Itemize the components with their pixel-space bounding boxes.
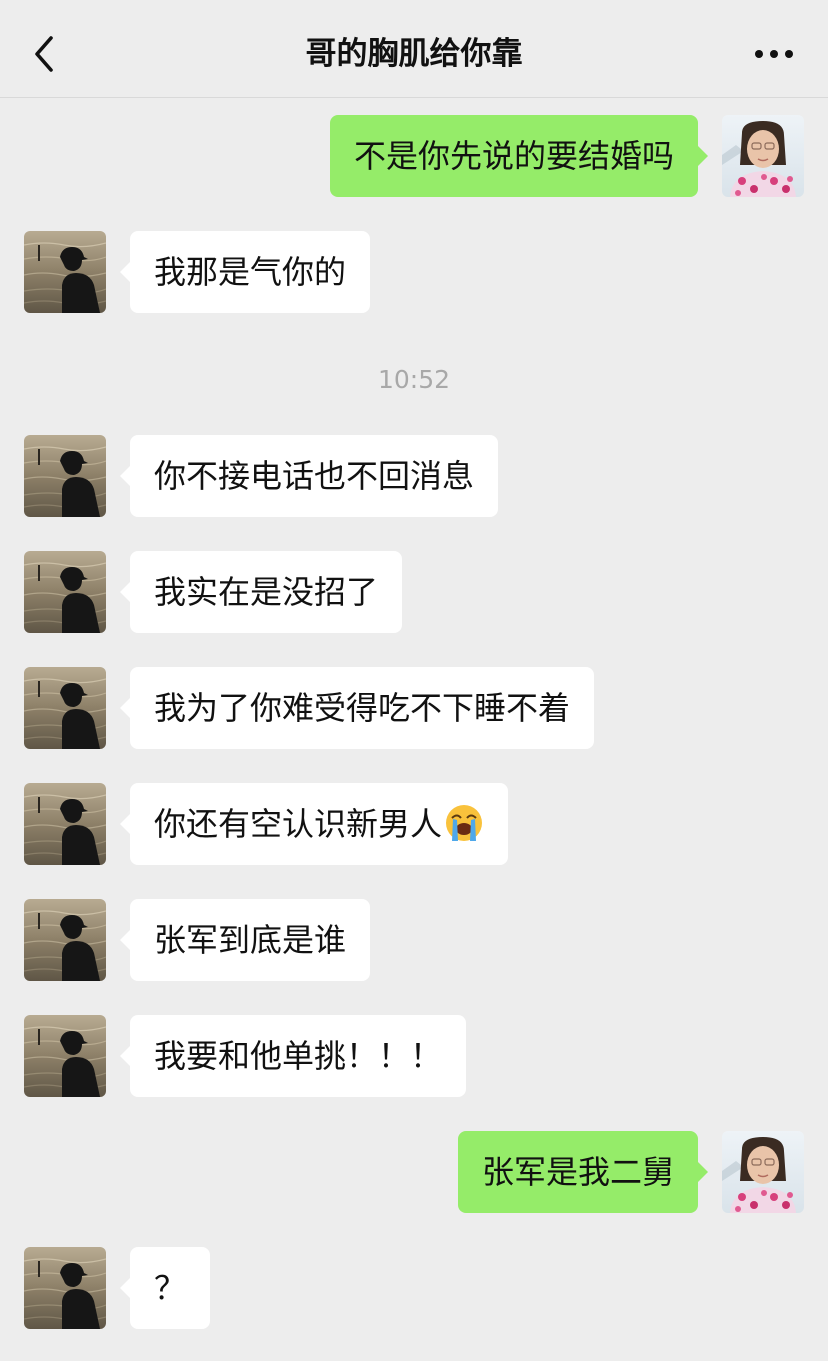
message-row-received: 我那是气你的	[0, 231, 828, 313]
message-row-sent: 张军是我二舅	[0, 1131, 828, 1213]
contact-avatar[interactable]	[24, 1247, 106, 1329]
contact-avatar[interactable]	[24, 435, 106, 517]
more-button[interactable]	[750, 36, 798, 72]
chat-title: 哥的胸肌给你靠	[305, 36, 523, 72]
chat-header: 哥的胸肌给你靠	[0, 0, 828, 98]
message-row-received: 你不接电话也不回消息	[0, 435, 828, 517]
message-bubble[interactable]: 我实在是没招了	[119, 551, 403, 633]
contact-avatar[interactable]	[24, 1015, 106, 1097]
message-row-received: 张军到底是谁	[0, 899, 828, 981]
message-bubble[interactable]: 我要和他单挑！！！	[119, 1015, 467, 1097]
message-bubble[interactable]: 张军到底是谁	[119, 899, 371, 981]
message-row-received: 我为了你难受得吃不下睡不着	[0, 667, 828, 749]
message-row-received: 我要和他单挑！！！	[0, 1015, 828, 1097]
contact-avatar[interactable]	[24, 231, 106, 313]
message-bubble[interactable]: 你不接电话也不回消息	[119, 435, 499, 517]
message-bubble[interactable]: 我为了你难受得吃不下睡不着	[119, 667, 595, 749]
my-avatar[interactable]	[722, 115, 804, 197]
message-bubble[interactable]: 不是你先说的要结婚吗	[329, 115, 709, 197]
message-list[interactable]: 不是你先说的要结婚吗 我那是气你的 10:52 你不接电话也不回消息 我实在是没…	[0, 99, 828, 1361]
message-bubble[interactable]: 你还有空认识新男人	[119, 783, 509, 865]
my-avatar[interactable]	[722, 1131, 804, 1213]
contact-avatar[interactable]	[24, 551, 106, 633]
message-timestamp: 10:52	[377, 365, 451, 394]
message-row-sent: 不是你先说的要结婚吗	[0, 115, 828, 197]
message-bubble[interactable]: ？	[119, 1247, 211, 1329]
message-row-received: 你还有空认识新男人	[0, 783, 828, 865]
loudly-crying-face-icon	[446, 805, 483, 841]
message-text: 你还有空认识新男人	[154, 805, 443, 843]
contact-avatar[interactable]	[24, 899, 106, 981]
message-row-received: 我实在是没招了	[0, 551, 828, 633]
contact-avatar[interactable]	[24, 667, 106, 749]
contact-avatar[interactable]	[24, 783, 106, 865]
ellipsis-icon	[755, 50, 793, 58]
message-row-received: ？	[0, 1247, 828, 1329]
message-bubble[interactable]: 我那是气你的	[119, 231, 371, 313]
message-bubble[interactable]: 张军是我二舅	[457, 1131, 709, 1213]
